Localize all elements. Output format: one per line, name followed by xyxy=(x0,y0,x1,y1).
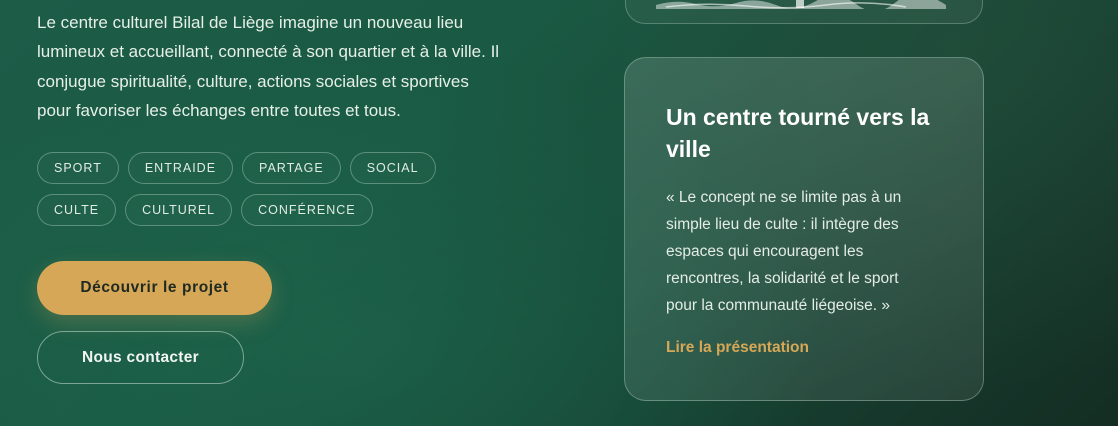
discover-project-button[interactable]: Découvrir le projet xyxy=(37,261,272,315)
image-card xyxy=(625,0,983,24)
intro-paragraph: Le centre culturel Bilal de Liège imagin… xyxy=(37,13,500,120)
read-presentation-link[interactable]: Lire la présentation xyxy=(666,339,809,357)
presentation-card: Un centre tourné vers la ville « Le conc… xyxy=(624,57,984,401)
tag-sport: SPORT xyxy=(37,152,119,184)
card-quote: « Le concept ne se limite pas à un simpl… xyxy=(666,189,902,314)
card-title: Un centre tourné vers la ville xyxy=(666,104,930,162)
contact-button[interactable]: Nous contacter xyxy=(37,331,244,384)
tag-conference: CONFÉRENCE xyxy=(241,194,373,226)
tag-list: SPORT ENTRAIDE PARTAGE SOCIAL CULTE CULT… xyxy=(37,152,507,226)
tag-social: SOCIAL xyxy=(349,152,436,184)
tag-culturel: CULTUREL xyxy=(125,194,233,226)
tag-entraide: ENTRAIDE xyxy=(127,152,234,184)
tag-culte: CULTE xyxy=(37,194,117,226)
tag-partage: PARTAGE xyxy=(242,152,341,184)
building-illustration xyxy=(656,0,946,9)
